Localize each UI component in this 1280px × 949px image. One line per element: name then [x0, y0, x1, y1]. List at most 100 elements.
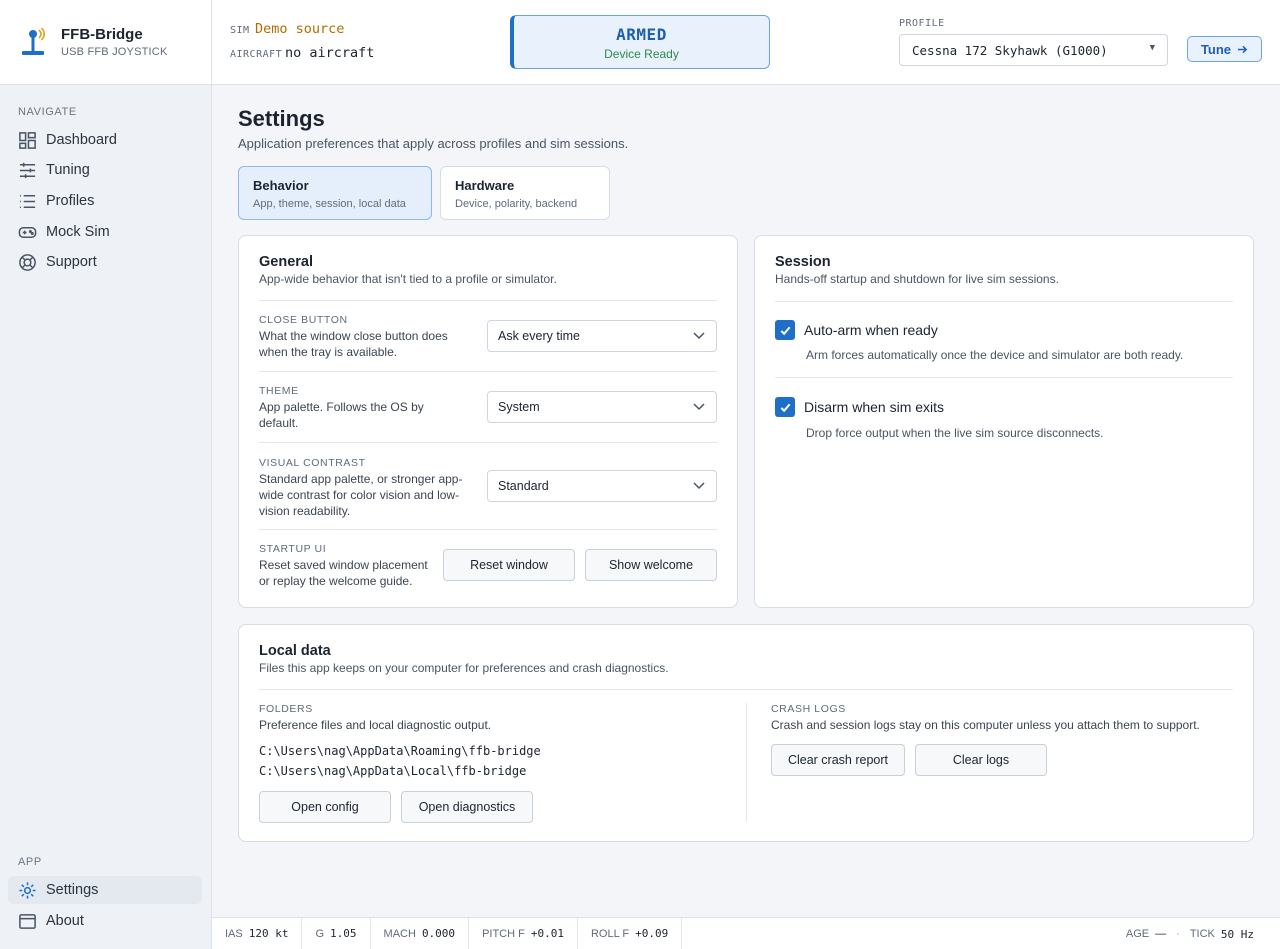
check-icon	[780, 403, 790, 412]
roaming-path: C:\Users\nag\AppData\Roaming\ffb-bridge	[259, 744, 541, 758]
sidebar-item-about[interactable]: About	[8, 907, 202, 935]
disarm-checkbox[interactable]	[775, 397, 795, 417]
status-roll-f: ROLL F +0.09	[578, 917, 683, 949]
status-pitch-f: PITCH F +0.01	[469, 917, 578, 949]
general-card: General App-wide behavior that isn't tie…	[238, 235, 738, 608]
open-diagnostics-button[interactable]: Open diagnostics	[401, 791, 533, 823]
auto-arm-desc: Arm forces automatically once the device…	[806, 348, 1184, 362]
tab-hardware[interactable]: Hardware Device, polarity, backend	[440, 166, 610, 220]
sidebar-item-tuning[interactable]: Tuning	[8, 156, 202, 184]
tab-behavior[interactable]: Behavior App, theme, session, local data	[238, 166, 432, 220]
stat-key: G	[315, 927, 325, 940]
reset-window-button[interactable]: Reset window	[443, 549, 575, 581]
profile-select[interactable]: Cessna 172 Skyhawk (G1000) ▼	[899, 34, 1168, 66]
sidebar-item-label: Mock Sim	[46, 224, 110, 240]
age-value: —	[1155, 928, 1167, 940]
visual-contrast-label: VISUAL CONTRAST	[259, 457, 366, 469]
page-subtitle: Application preferences that apply acros…	[238, 136, 629, 151]
local-data-card: Local data Files this app keeps on your …	[238, 624, 1254, 842]
app-subtitle: USB FFB JOYSTICK	[61, 46, 168, 58]
close-button-desc: What the window close button does when t…	[259, 329, 448, 359]
startup-ui-desc: Reset saved window placement or replay t…	[259, 558, 428, 588]
lifebuoy-icon	[19, 253, 36, 271]
disarm-option[interactable]: Disarm when sim exits	[775, 397, 944, 417]
divider	[259, 529, 717, 530]
sim-label: SIM	[230, 25, 250, 36]
stat-value: +0.01	[530, 927, 564, 940]
startup-ui-label: STARTUP UI	[259, 543, 327, 555]
sidebar-item-support[interactable]: Support	[8, 248, 202, 276]
divider	[259, 371, 717, 372]
show-welcome-button[interactable]: Show welcome	[585, 549, 717, 581]
tune-button[interactable]: Tune	[1187, 36, 1262, 62]
sidebar-item-dashboard[interactable]: Dashboard	[8, 126, 202, 154]
list-icon	[19, 194, 36, 208]
auto-arm-option[interactable]: Auto-arm when ready	[775, 320, 938, 340]
gamepad-icon	[18, 226, 37, 238]
joystick-logo-icon	[22, 27, 46, 55]
tick-label: TICK	[1189, 928, 1215, 940]
sidebar-item-profiles[interactable]: Profiles	[8, 187, 202, 215]
close-button-label: CLOSE BUTTON	[259, 314, 348, 326]
disarm-desc: Drop force output when the live sim sour…	[806, 426, 1104, 440]
chevron-down-icon	[693, 482, 705, 490]
arm-status-badge[interactable]: ARMED Device Ready	[510, 15, 770, 69]
crash-logs-desc: Crash and session logs stay on this comp…	[771, 718, 1200, 732]
status-right: AGE — · TICK 50 Hz	[1126, 918, 1254, 949]
local-path: C:\Users\nag\AppData\Local\ffb-bridge	[259, 764, 527, 778]
status-ias: IAS 120 kt	[212, 917, 303, 949]
sim-value: Demo source	[255, 21, 345, 37]
card-subtitle: Files this app keeps on your computer fo…	[259, 661, 669, 675]
sidebar-item-label: About	[46, 913, 84, 929]
sliders-icon	[19, 162, 36, 178]
gear-icon	[19, 881, 36, 899]
arm-status-sub: Device Ready	[604, 47, 679, 61]
stat-key: PITCH F	[482, 927, 525, 940]
crash-logs-label: CRASH LOGS	[771, 703, 846, 715]
dashboard-icon	[19, 131, 36, 149]
stat-value: 0.000	[421, 927, 456, 940]
check-icon	[780, 326, 790, 335]
arrow-right-icon	[1237, 45, 1248, 53]
auto-arm-checkbox[interactable]	[775, 320, 795, 340]
sidebar-item-label: Profiles	[46, 193, 95, 209]
app-section-label: APP	[18, 856, 42, 868]
aircraft-value: no aircraft	[285, 45, 375, 61]
app-title: FFB-Bridge	[61, 26, 143, 43]
stat-key: ROLL F	[590, 927, 630, 940]
close-button-select[interactable]: Ask every time	[487, 320, 717, 352]
nav-section-label: NAVIGATE	[18, 106, 77, 118]
sidebar-item-label: Tuning	[46, 162, 90, 178]
clear-logs-button[interactable]: Clear logs	[915, 744, 1047, 776]
sidebar-item-mock-sim[interactable]: Mock Sim	[8, 218, 202, 246]
divider	[746, 703, 747, 821]
status-g: G 1.05	[302, 917, 371, 949]
theme-label: THEME	[259, 385, 299, 397]
select-value: Ask every time	[498, 329, 580, 343]
visual-contrast-select[interactable]: Standard	[487, 470, 717, 502]
sidebar-item-label: Support	[46, 254, 97, 270]
profile-value: Cessna 172 Skyhawk (G1000)	[912, 42, 1108, 58]
caret-down-icon: ▼	[1149, 43, 1155, 53]
folders-label: FOLDERS	[259, 703, 313, 715]
main-content: Settings Application preferences that ap…	[212, 86, 1280, 917]
clear-crash-report-button[interactable]: Clear crash report	[771, 744, 905, 776]
visual-contrast-desc: Standard app palette, or stronger app-wi…	[259, 472, 463, 518]
open-config-button[interactable]: Open config	[259, 791, 391, 823]
sidebar-item-label: Settings	[46, 882, 99, 898]
theme-select[interactable]: System	[487, 391, 717, 423]
card-subtitle: Hands-off startup and shutdown for live …	[775, 272, 1059, 286]
card-title: General	[259, 254, 313, 270]
tab-title: Hardware	[455, 178, 515, 193]
divider	[259, 689, 1233, 690]
theme-desc: App palette. Follows the OS by default.	[259, 400, 424, 430]
page-title: Settings	[238, 106, 325, 131]
aircraft-label: AIRCRAFT	[230, 49, 283, 60]
sidebar-item-settings[interactable]: Settings	[8, 876, 202, 904]
auto-arm-label: Auto-arm when ready	[804, 322, 938, 338]
status-mach: MACH 0.000	[371, 917, 470, 949]
divider	[775, 301, 1233, 302]
sidebar-item-label: Dashboard	[46, 132, 117, 148]
card-title: Session	[775, 254, 831, 270]
status-bar: IAS 120 kt G 1.05 MACH 0.000 PITCH F +0.01 R…	[212, 917, 1280, 949]
